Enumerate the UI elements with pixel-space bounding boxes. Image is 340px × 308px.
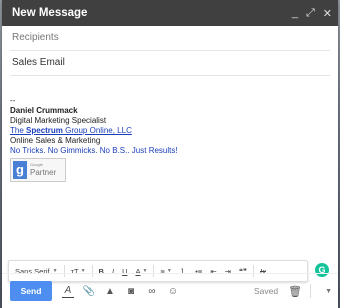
google-partner-badge: g Google Partner xyxy=(10,158,66,182)
signature-role: Digital Marketing Specialist xyxy=(10,116,107,125)
trash-icon[interactable]: 🗑 xyxy=(288,285,302,298)
company-prefix: The xyxy=(10,126,27,135)
minimize-icon[interactable]: _ xyxy=(292,7,298,20)
window-controls: _ ⤢ ✕ xyxy=(292,7,332,20)
signature-tagline: No Tricks. No Gimmicks. No B.S.. Just Re… xyxy=(10,146,178,155)
badge-label: Partner xyxy=(30,168,57,177)
link-icon[interactable]: ∞ xyxy=(146,285,158,297)
send-button[interactable]: Send xyxy=(10,281,52,301)
more-options-icon[interactable]: ▼ xyxy=(325,288,332,295)
emoji-icon[interactable]: ☺ xyxy=(167,285,179,297)
fullscreen-icon[interactable]: ⤢ xyxy=(306,7,315,20)
attach-icon[interactable]: 📎 xyxy=(83,285,95,297)
signature-line4: Online Sales & Marketing xyxy=(10,136,101,145)
signature-separator: -- xyxy=(10,96,16,105)
compose-title: New Message xyxy=(12,7,88,19)
signature: -- Daniel Crummack Digital Marketing Spe… xyxy=(10,96,330,182)
subject-field[interactable]: Sales Email xyxy=(10,51,330,76)
saved-status: Saved xyxy=(253,286,279,296)
google-logo-icon: g xyxy=(13,161,27,179)
message-body[interactable]: -- Daniel Crummack Digital Marketing Spe… xyxy=(10,90,330,262)
company-bold: Spectrum xyxy=(26,126,63,135)
compose-bottom-bar: Send A 📎 ▲ ◙ ∞ ☺ Saved 🗑 ▼ xyxy=(2,273,338,308)
compose-window: New Message _ ⤢ ✕ Recipients Sales Email… xyxy=(2,0,338,308)
divider xyxy=(310,284,312,298)
signature-company-link[interactable]: The Spectrum Group Online, LLC xyxy=(10,126,330,136)
compose-titlebar[interactable]: New Message _ ⤢ ✕ xyxy=(2,0,338,26)
company-suffix: Group Online, LLC xyxy=(62,126,132,135)
badge-text: Google Partner xyxy=(30,162,56,178)
formatting-options-icon[interactable]: A xyxy=(62,285,74,298)
photo-icon[interactable]: ◙ xyxy=(125,285,137,297)
close-icon[interactable]: ✕ xyxy=(323,7,332,20)
signature-name: Daniel Crummack xyxy=(10,106,78,115)
drive-icon[interactable]: ▲ xyxy=(104,285,116,297)
recipients-field[interactable]: Recipients xyxy=(10,26,330,51)
